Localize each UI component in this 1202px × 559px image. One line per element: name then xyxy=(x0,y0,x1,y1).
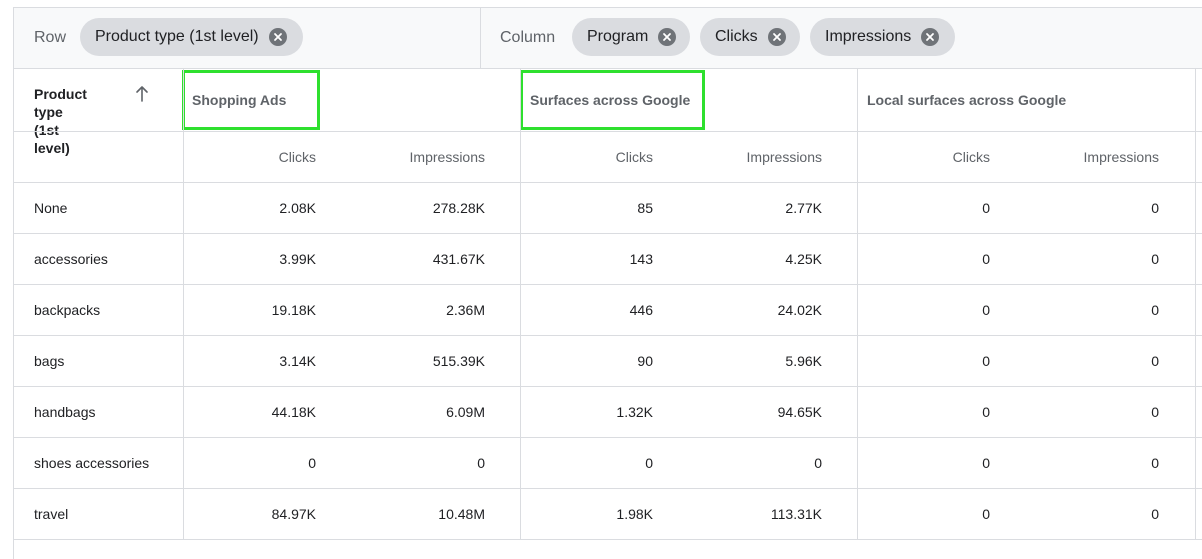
row-label: travel xyxy=(34,506,69,522)
metric-header-clicks[interactable]: Clicks xyxy=(533,149,653,165)
table-cell: 94.65K xyxy=(777,404,822,420)
pivot-divider xyxy=(480,8,481,68)
group-separator xyxy=(857,69,858,540)
table-cell: 0 xyxy=(1151,302,1159,318)
table-cell: 85 xyxy=(637,200,653,216)
column-chip-program[interactable]: Program xyxy=(572,18,690,56)
table-cell: 278.28K xyxy=(432,200,485,216)
row-divider xyxy=(14,233,1202,234)
metric-header-clicks[interactable]: Clicks xyxy=(870,149,990,165)
metric-header-impressions[interactable]: Impressions xyxy=(365,149,485,165)
table-cell: 6.09M xyxy=(446,404,485,420)
table-cell: 0 xyxy=(982,506,990,522)
header-divider xyxy=(14,131,1202,132)
table-cell: 0 xyxy=(1151,404,1159,420)
row-label: None xyxy=(34,200,68,216)
table-cell: 0 xyxy=(1151,455,1159,471)
table-cell: 44.18K xyxy=(271,404,316,420)
row-label: accessories xyxy=(34,251,108,267)
row-header-line: (1st level) xyxy=(34,122,70,156)
table-cell: 0 xyxy=(1151,506,1159,522)
table-cell: 0 xyxy=(645,455,653,471)
table-cell: 10.48M xyxy=(438,506,485,522)
table-cell: 2.77K xyxy=(785,200,822,216)
table-cell: 3.99K xyxy=(279,251,316,267)
table-cell: 143 xyxy=(629,251,653,267)
close-circle-icon[interactable] xyxy=(921,28,940,46)
table-cell: 0 xyxy=(982,251,990,267)
table-cell: 0 xyxy=(814,455,822,471)
table-cell: 0 xyxy=(982,404,990,420)
table-cell: 4.25K xyxy=(785,251,822,267)
highlight-box-surfaces-across-google xyxy=(520,70,705,130)
chip-label: Clicks xyxy=(715,28,758,45)
table-cell: 0 xyxy=(308,455,316,471)
row-header-title[interactable]: Product type (1st level) xyxy=(34,85,87,157)
row-chip-product-type[interactable]: Product type (1st level) xyxy=(80,18,303,56)
table-cell: 446 xyxy=(629,302,653,318)
row-divider xyxy=(14,539,1202,540)
row-zone-label: Row xyxy=(34,29,67,46)
table-cell: 90 xyxy=(637,353,653,369)
table-cell: 3.14K xyxy=(279,353,316,369)
chip-label: Impressions xyxy=(825,28,912,45)
close-circle-icon[interactable] xyxy=(658,28,677,46)
row-label: handbags xyxy=(34,404,96,420)
table-cell: 0 xyxy=(982,200,990,216)
pivot-bar: Row Product type (1st level) Column Prog… xyxy=(14,8,1202,69)
table-cell: 24.02K xyxy=(777,302,822,318)
table-cell: 2.36M xyxy=(446,302,485,318)
column-zone-label: Column xyxy=(500,29,556,46)
row-divider xyxy=(14,386,1202,387)
row-divider xyxy=(14,284,1202,285)
column-chip-impressions[interactable]: Impressions xyxy=(810,18,955,56)
table-cell: 19.18K xyxy=(271,302,316,318)
table-cell: 0 xyxy=(477,455,485,471)
row-label: bags xyxy=(34,353,65,369)
table-cell: 5.96K xyxy=(785,353,822,369)
table-cell: 84.97K xyxy=(271,506,316,522)
group-header-local-surfaces[interactable]: Local surfaces across Google xyxy=(867,92,1066,108)
row-label: shoes accessories xyxy=(34,455,150,471)
group-separator xyxy=(183,69,184,540)
chip-label: Product type (1st level) xyxy=(95,28,259,45)
subheader-divider xyxy=(14,182,1202,183)
table-cell: 0 xyxy=(982,302,990,318)
chip-label: Program xyxy=(587,28,649,45)
table-cell: 0 xyxy=(982,353,990,369)
table-cell: 0 xyxy=(1151,353,1159,369)
metric-header-impressions[interactable]: Impressions xyxy=(702,149,822,165)
close-circle-icon[interactable] xyxy=(268,28,287,46)
row-divider xyxy=(14,335,1202,336)
table-cell: 1.32K xyxy=(616,404,653,420)
highlight-box-shopping-ads xyxy=(182,70,320,130)
table-cell: 0 xyxy=(1151,200,1159,216)
arrow-up-icon[interactable] xyxy=(134,85,150,103)
column-chip-clicks[interactable]: Clicks xyxy=(700,18,800,56)
table-cell: 0 xyxy=(982,455,990,471)
row-divider xyxy=(14,488,1202,489)
metric-header-impressions[interactable]: Impressions xyxy=(1039,149,1159,165)
metric-header-clicks[interactable]: Clicks xyxy=(196,149,316,165)
table-cell: 1.98K xyxy=(616,506,653,522)
group-separator xyxy=(520,69,521,540)
row-divider xyxy=(14,437,1202,438)
group-separator xyxy=(1195,69,1196,540)
row-header-line: Product type xyxy=(34,86,87,120)
table-cell: 431.67K xyxy=(432,251,485,267)
table-cell: 515.39K xyxy=(432,353,485,369)
table-cell: 2.08K xyxy=(279,200,316,216)
table-cell: 113.31K xyxy=(770,506,822,522)
table-cell: 0 xyxy=(1151,251,1159,267)
row-label: backpacks xyxy=(34,302,101,318)
close-circle-icon[interactable] xyxy=(767,28,786,46)
